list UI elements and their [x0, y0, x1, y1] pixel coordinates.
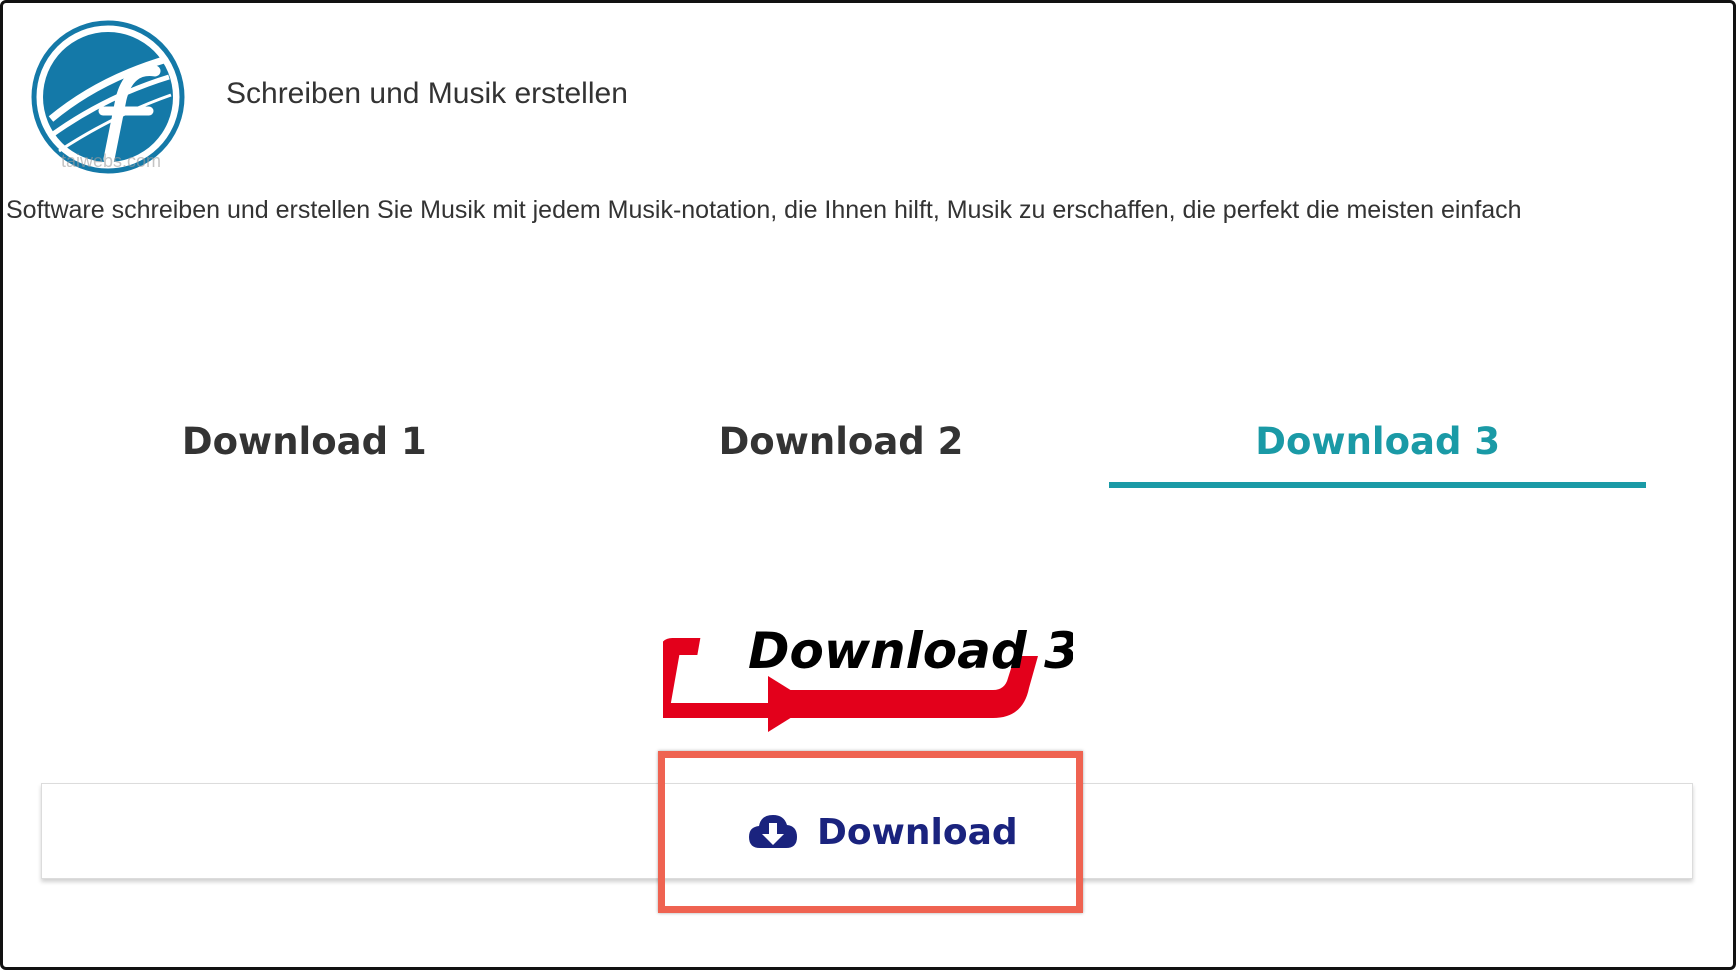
logo-watermark: taiwebs.com: [61, 151, 161, 171]
site-logo-icon: taiwebs.com: [31, 20, 185, 174]
download-button-label: Download: [817, 811, 1018, 853]
download-banner-logo: Download 3: [648, 608, 1079, 733]
cloud-download-icon: [749, 815, 797, 848]
download-tabs: Download 1 Download 2 Download 3: [36, 398, 1646, 488]
site-title: Schreiben und Musik erstellen: [226, 77, 628, 110]
download-banner-text: Download 3: [748, 622, 1073, 680]
tab-download-2[interactable]: Download 2: [573, 398, 1110, 488]
tab-download-3[interactable]: Download 3: [1109, 398, 1646, 488]
browser-frame: taiwebs.com Schreiben und Musik erstelle…: [0, 0, 1736, 970]
tab-download-1[interactable]: Download 1: [36, 398, 573, 488]
intro-text: Software schreiben und erstellen Sie Mus…: [6, 196, 1522, 224]
site-logo[interactable]: taiwebs.com: [29, 19, 189, 179]
download-button[interactable]: Download: [741, 793, 1024, 871]
